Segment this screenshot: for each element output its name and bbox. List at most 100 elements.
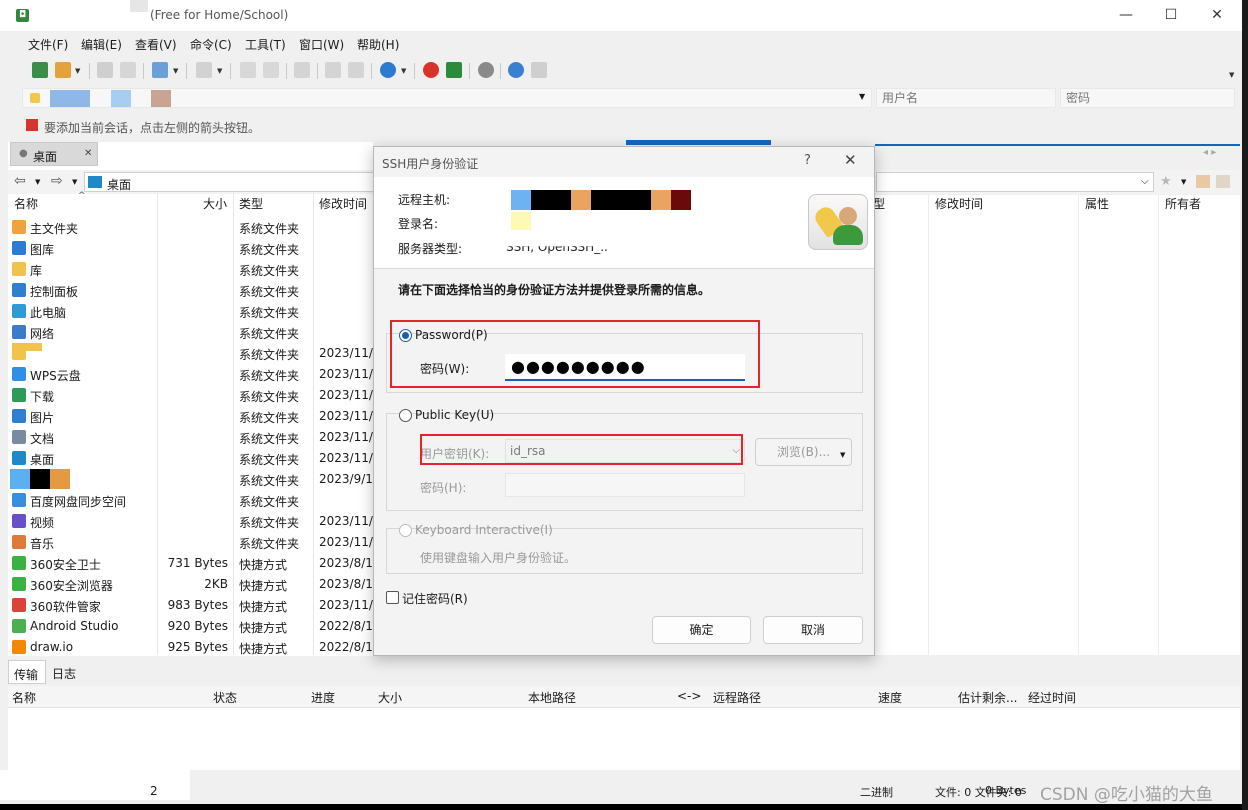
bookmark-arrow-icon[interactable] bbox=[26, 119, 38, 131]
column-modified[interactable]: 修改时间 bbox=[319, 195, 367, 215]
back-icon[interactable]: ⇦ bbox=[14, 173, 26, 189]
publickey-radio[interactable] bbox=[399, 409, 412, 422]
remote-column-owner[interactable]: 所有者 bbox=[1165, 195, 1201, 215]
ok-button[interactable]: 确定 bbox=[652, 616, 751, 644]
forward-icon[interactable]: ⇨ bbox=[51, 173, 63, 189]
menu-view[interactable]: 查看(V) bbox=[135, 36, 177, 53]
cancel-button[interactable]: 取消 bbox=[763, 616, 863, 644]
remote-path-input[interactable]: ⌵ bbox=[876, 172, 1154, 192]
help-icon[interactable] bbox=[508, 62, 524, 78]
file-row[interactable]: 下载 系统文件夹 2023/11/ bbox=[10, 385, 373, 406]
chevron-down-icon[interactable]: ▼ bbox=[75, 67, 80, 75]
file-row[interactable]: 图库 系统文件夹 bbox=[10, 238, 370, 259]
tab-desktop[interactable]: ● 桌面 ✕ bbox=[10, 142, 98, 166]
chevron-down-icon[interactable]: ⌵ bbox=[732, 440, 740, 462]
menu-edit[interactable]: 编辑(E) bbox=[81, 36, 122, 53]
file-row[interactable]: 文档 系统文件夹 2023/11/ bbox=[10, 427, 373, 448]
column-type[interactable]: 类型 bbox=[239, 195, 263, 215]
remote-column-attributes[interactable]: 属性 bbox=[1085, 195, 1109, 215]
transfer-col-progress[interactable]: 进度 bbox=[311, 689, 335, 709]
dialog-close-button[interactable]: ✕ bbox=[844, 151, 857, 169]
tab-log[interactable]: 日志 bbox=[52, 665, 76, 682]
username-field[interactable]: 用户名 bbox=[876, 88, 1056, 108]
home-icon[interactable] bbox=[1196, 175, 1210, 188]
menu-window[interactable]: 窗口(W) bbox=[299, 36, 344, 53]
gear-icon[interactable] bbox=[478, 62, 494, 78]
close-button[interactable]: ✕ bbox=[1207, 5, 1227, 25]
chevron-down-icon[interactable]: ▼ bbox=[72, 178, 77, 186]
remote-column-modified[interactable]: 修改时间 bbox=[935, 195, 983, 215]
chat-icon[interactable] bbox=[531, 62, 547, 78]
file-row[interactable]: 系统文件夹 2023/11/ bbox=[10, 343, 373, 364]
globe-icon[interactable] bbox=[380, 62, 396, 78]
remember-password-checkbox[interactable] bbox=[386, 591, 399, 604]
browse-button[interactable]: 浏览(B)... bbox=[755, 438, 852, 466]
file-row[interactable]: 主文件夹 系统文件夹 bbox=[10, 217, 370, 238]
userkey-select[interactable]: id_rsa ⌵ bbox=[505, 439, 745, 463]
keypw-input[interactable] bbox=[505, 473, 745, 497]
remember-password-label[interactable]: 记住密码(R) bbox=[402, 590, 468, 607]
menu-command[interactable]: 命令(C) bbox=[190, 36, 232, 53]
upload-icon[interactable] bbox=[240, 62, 256, 78]
column-name[interactable]: 名称 bbox=[14, 195, 38, 215]
transfer-col-remote[interactable]: 远程路径 bbox=[713, 689, 761, 709]
close-icon[interactable]: ✕ bbox=[84, 148, 92, 159]
file-row[interactable]: 库 系统文件夹 bbox=[10, 259, 370, 280]
file-row[interactable]: 图片 系统文件夹 2023/11/ bbox=[10, 406, 373, 427]
transfer-col-status[interactable]: 状态 bbox=[213, 689, 237, 709]
keyboard-radio[interactable] bbox=[399, 524, 412, 537]
copy-icon[interactable] bbox=[325, 62, 341, 78]
file-row[interactable]: 360软件管家 983 Bytes 快捷方式 2023/11/ bbox=[10, 595, 373, 616]
refresh-icon[interactable] bbox=[1216, 175, 1230, 188]
column-size[interactable]: 大小 bbox=[203, 195, 227, 215]
chevron-down-icon[interactable]: ▼ bbox=[1181, 178, 1186, 186]
xshell-icon[interactable] bbox=[423, 62, 439, 78]
properties-icon[interactable] bbox=[152, 62, 168, 78]
host-address-field[interactable]: ▼ bbox=[22, 88, 872, 108]
minimize-button[interactable]: — bbox=[1116, 5, 1136, 25]
file-row[interactable]: draw.io 925 Bytes 快捷方式 2022/8/1 bbox=[10, 637, 373, 658]
chevron-down-icon[interactable]: ▼ bbox=[1229, 71, 1234, 79]
file-row[interactable]: 音乐 系统文件夹 2023/11/ bbox=[10, 532, 373, 553]
help-button[interactable]: ? bbox=[804, 153, 811, 168]
maximize-button[interactable]: ☐ bbox=[1161, 5, 1181, 25]
paste-icon[interactable] bbox=[348, 62, 364, 78]
transfer-col-eta[interactable]: 估计剩余... bbox=[958, 689, 1017, 709]
chevron-down-icon[interactable]: ▼ bbox=[859, 92, 865, 101]
file-row[interactable]: 视频 系统文件夹 2023/11/ bbox=[10, 511, 373, 532]
chevron-down-icon[interactable]: ▼ bbox=[217, 67, 222, 75]
password-radio[interactable] bbox=[399, 329, 412, 342]
password-option-label[interactable]: Password(P) bbox=[415, 328, 488, 342]
transfer-col-size[interactable]: 大小 bbox=[378, 689, 402, 709]
file-row[interactable]: 控制面板 系统文件夹 bbox=[10, 280, 370, 301]
transfer-col-speed[interactable]: 速度 bbox=[878, 689, 902, 709]
tab-transfer[interactable]: 传输 bbox=[8, 660, 46, 684]
menu-help[interactable]: 帮助(H) bbox=[357, 36, 399, 53]
chevron-down-icon[interactable]: ▼ bbox=[840, 451, 845, 459]
file-row[interactable]: 360安全卫士 731 Bytes 快捷方式 2023/8/1 bbox=[10, 553, 373, 574]
chevron-down-icon[interactable]: ▼ bbox=[401, 67, 406, 75]
file-row[interactable]: 360安全浏览器 2KB 快捷方式 2023/8/1 bbox=[10, 574, 373, 595]
file-row[interactable]: 桌面 系统文件夹 2023/11/ bbox=[10, 448, 373, 469]
menu-tools[interactable]: 工具(T) bbox=[245, 36, 286, 53]
chevron-down-icon[interactable]: ▼ bbox=[173, 67, 178, 75]
file-row[interactable]: Android Studio 920 Bytes 快捷方式 2022/8/1 bbox=[10, 616, 373, 637]
connect-icon[interactable] bbox=[97, 62, 113, 78]
file-row[interactable]: 百度网盘同步空间 系统文件夹 bbox=[10, 490, 370, 511]
download-icon[interactable] bbox=[263, 62, 279, 78]
terminal-icon[interactable] bbox=[196, 62, 212, 78]
new-session-icon[interactable] bbox=[32, 62, 48, 78]
password-input[interactable]: ●●●●●●●●● bbox=[505, 354, 745, 381]
password-field[interactable]: 密码 bbox=[1060, 88, 1235, 108]
star-icon[interactable]: ★ bbox=[1160, 174, 1172, 189]
transfer-col-elapsed[interactable]: 经过时间 bbox=[1028, 689, 1076, 709]
menu-file[interactable]: 文件(F) bbox=[28, 36, 68, 53]
keyboard-option-label[interactable]: Keyboard Interactive(I) bbox=[415, 523, 553, 537]
tab-nav-icon[interactable]: ◂ ▸ bbox=[1203, 147, 1216, 158]
chevron-down-icon[interactable]: ▼ bbox=[35, 178, 40, 186]
file-row[interactable]: 网络 系统文件夹 bbox=[10, 322, 370, 343]
xftp-icon[interactable] bbox=[446, 62, 462, 78]
transfer-col-direction[interactable]: <-> bbox=[677, 689, 701, 709]
file-row[interactable]: WPS云盘 系统文件夹 2023/11/ bbox=[10, 364, 373, 385]
file-row[interactable]: 此电脑 系统文件夹 bbox=[10, 301, 370, 322]
